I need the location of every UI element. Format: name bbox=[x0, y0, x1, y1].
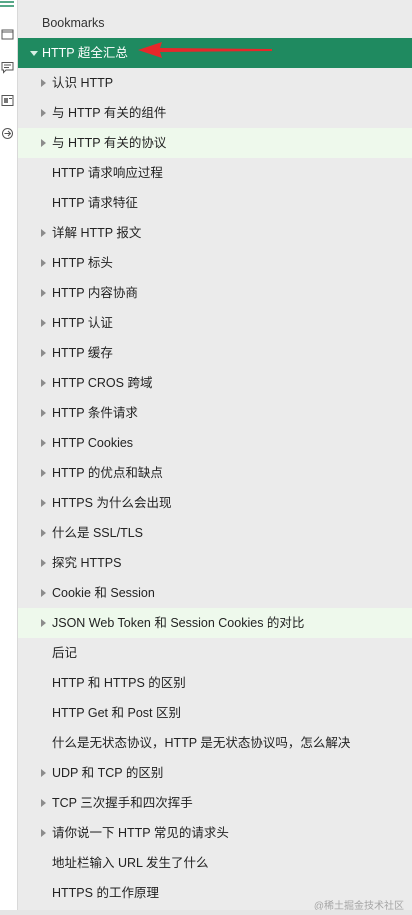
bookmark-item[interactable]: JSON Web Token 和 Session Cookies 的对比 bbox=[18, 608, 412, 638]
bookmarks-panel: Bookmarks HTTP 超全汇总 认识 HTTP 与 HTTP 有关的组件与 … bbox=[18, 0, 412, 915]
bookmark-item[interactable]: HTTP 标头 bbox=[18, 248, 412, 278]
expand-triangle-icon[interactable] bbox=[38, 608, 48, 638]
bookmark-label: HTTP 缓存 bbox=[52, 346, 113, 360]
expand-triangle-icon[interactable] bbox=[38, 218, 48, 248]
bookmark-item[interactable]: Cookie 和 Session bbox=[18, 578, 412, 608]
expand-triangle-icon[interactable] bbox=[38, 428, 48, 458]
panel-title: Bookmarks bbox=[42, 16, 105, 30]
bookmark-item[interactable]: 与 HTTP 有关的组件 bbox=[18, 98, 412, 128]
bookmark-label: HTTP CROS 跨域 bbox=[52, 376, 153, 390]
bookmark-label: JSON Web Token 和 Session Cookies 的对比 bbox=[52, 616, 305, 630]
bookmark-item[interactable]: HTTP CROS 跨域 bbox=[18, 368, 412, 398]
bookmark-label: HTTP Get 和 Post 区别 bbox=[52, 706, 181, 720]
expand-triangle-icon[interactable] bbox=[38, 68, 48, 98]
bookmark-item[interactable]: HTTP 请求响应过程 bbox=[18, 158, 412, 188]
bookmark-label: UDP 和 TCP 的区别 bbox=[52, 766, 164, 780]
bookmark-item[interactable]: 后记 bbox=[18, 638, 412, 668]
bookmark-label: 探究 HTTPS bbox=[52, 556, 122, 570]
bookmark-label: 认识 HTTP bbox=[52, 76, 114, 90]
bookmark-item[interactable]: UDP 和 TCP 的区别 bbox=[18, 758, 412, 788]
collapse-triangle-icon[interactable] bbox=[29, 38, 39, 68]
bookmark-label: 与 HTTP 有关的协议 bbox=[52, 136, 167, 150]
expand-triangle-icon[interactable] bbox=[38, 368, 48, 398]
expand-triangle-icon[interactable] bbox=[38, 128, 48, 158]
expand-triangle-icon[interactable] bbox=[38, 758, 48, 788]
bookmark-item[interactable]: HTTPS 为什么会出现 bbox=[18, 488, 412, 518]
bookmark-item[interactable]: HTTP 内容协商 bbox=[18, 278, 412, 308]
bookmark-label: HTTP 超全汇总 bbox=[42, 46, 128, 60]
bookmark-label: HTTP 的优点和缺点 bbox=[52, 466, 163, 480]
bookmark-label: 地址栏输入 URL 发生了什么 bbox=[52, 856, 209, 870]
bookmark-item[interactable]: 什么是无状态协议，HTTP 是无状态协议吗，怎么解决 bbox=[18, 728, 412, 758]
annotation-arrow-icon bbox=[138, 42, 272, 58]
bookmark-item[interactable]: HTTP 认证 bbox=[18, 308, 412, 338]
bookmark-label: 后记 bbox=[52, 646, 78, 660]
page-icon[interactable] bbox=[1, 28, 14, 41]
bookmark-item[interactable]: 什么是 SSL/TLS bbox=[18, 518, 412, 548]
bookmark-label: Cookie 和 Session bbox=[52, 586, 155, 600]
bookmark-label: HTTP Cookies bbox=[52, 436, 134, 450]
bottom-edge bbox=[0, 910, 412, 915]
expand-triangle-icon[interactable] bbox=[38, 548, 48, 578]
bookmark-label: HTTP 请求特征 bbox=[52, 196, 138, 210]
bookmark-label: HTTP 请求响应过程 bbox=[52, 166, 163, 180]
bookmark-item[interactable]: 地址栏输入 URL 发生了什么 bbox=[18, 848, 412, 878]
side-toolbar bbox=[0, 0, 18, 915]
expand-triangle-icon[interactable] bbox=[38, 338, 48, 368]
bookmark-item[interactable]: 详解 HTTP 报文 bbox=[18, 218, 412, 248]
bookmark-item[interactable]: 探究 HTTPS bbox=[18, 548, 412, 578]
expand-triangle-icon[interactable] bbox=[38, 458, 48, 488]
expand-triangle-icon[interactable] bbox=[38, 398, 48, 428]
bookmark-label: 请你说一下 HTTP 常见的请求头 bbox=[52, 826, 229, 840]
layers-icon[interactable] bbox=[1, 127, 14, 140]
bookmark-label: 什么是无状态协议，HTTP 是无状态协议吗，怎么解决 bbox=[52, 736, 351, 750]
bookmark-label: 详解 HTTP 报文 bbox=[52, 226, 142, 240]
expand-triangle-icon[interactable] bbox=[38, 248, 48, 278]
bookmark-label: HTTP 和 HTTPS 的区别 bbox=[52, 676, 186, 690]
expand-triangle-icon[interactable] bbox=[38, 98, 48, 128]
bookmark-item[interactable]: HTTP 和 HTTPS 的区别 bbox=[18, 668, 412, 698]
bookmark-label: HTTPS 为什么会出现 bbox=[52, 496, 172, 510]
bookmark-item[interactable]: 请你说一下 HTTP 常见的请求头 bbox=[18, 818, 412, 848]
expand-triangle-icon[interactable] bbox=[38, 308, 48, 338]
comment-icon[interactable] bbox=[1, 61, 14, 74]
expand-triangle-icon[interactable] bbox=[38, 488, 48, 518]
expand-triangle-icon[interactable] bbox=[38, 818, 48, 848]
bookmark-label: HTTP 认证 bbox=[52, 316, 113, 330]
bookmark-label: HTTP 标头 bbox=[52, 256, 113, 270]
bookmark-item[interactable]: 与 HTTP 有关的协议 bbox=[18, 128, 412, 158]
bookmark-item[interactable]: HTTP 请求特征 bbox=[18, 188, 412, 218]
bookmark-item[interactable]: TCP 三次握手和四次挥手 bbox=[18, 788, 412, 818]
expand-triangle-icon[interactable] bbox=[38, 788, 48, 818]
bookmark-label: 与 HTTP 有关的组件 bbox=[52, 106, 167, 120]
attachment-icon[interactable] bbox=[1, 94, 14, 107]
bookmark-label: HTTP 内容协商 bbox=[52, 286, 138, 300]
bookmark-item[interactable]: HTTP 的优点和缺点 bbox=[18, 458, 412, 488]
bookmark-item[interactable]: HTTP Get 和 Post 区别 bbox=[18, 698, 412, 728]
bookmark-item[interactable]: HTTP Cookies bbox=[18, 428, 412, 458]
expand-triangle-icon[interactable] bbox=[38, 578, 48, 608]
bookmark-label: TCP 三次握手和四次挥手 bbox=[52, 796, 193, 810]
bookmark-label: 什么是 SSL/TLS bbox=[52, 526, 143, 540]
expand-triangle-icon[interactable] bbox=[38, 278, 48, 308]
bookmark-label: HTTP 条件请求 bbox=[52, 406, 138, 420]
active-tab-indicator-icon bbox=[0, 1, 14, 7]
expand-triangle-icon[interactable] bbox=[38, 518, 48, 548]
bookmark-item[interactable]: HTTP 条件请求 bbox=[18, 398, 412, 428]
bookmark-item[interactable]: 认识 HTTP bbox=[18, 68, 412, 98]
bookmark-item[interactable]: HTTP 缓存 bbox=[18, 338, 412, 368]
bookmark-label: HTTPS 的工作原理 bbox=[52, 886, 159, 900]
